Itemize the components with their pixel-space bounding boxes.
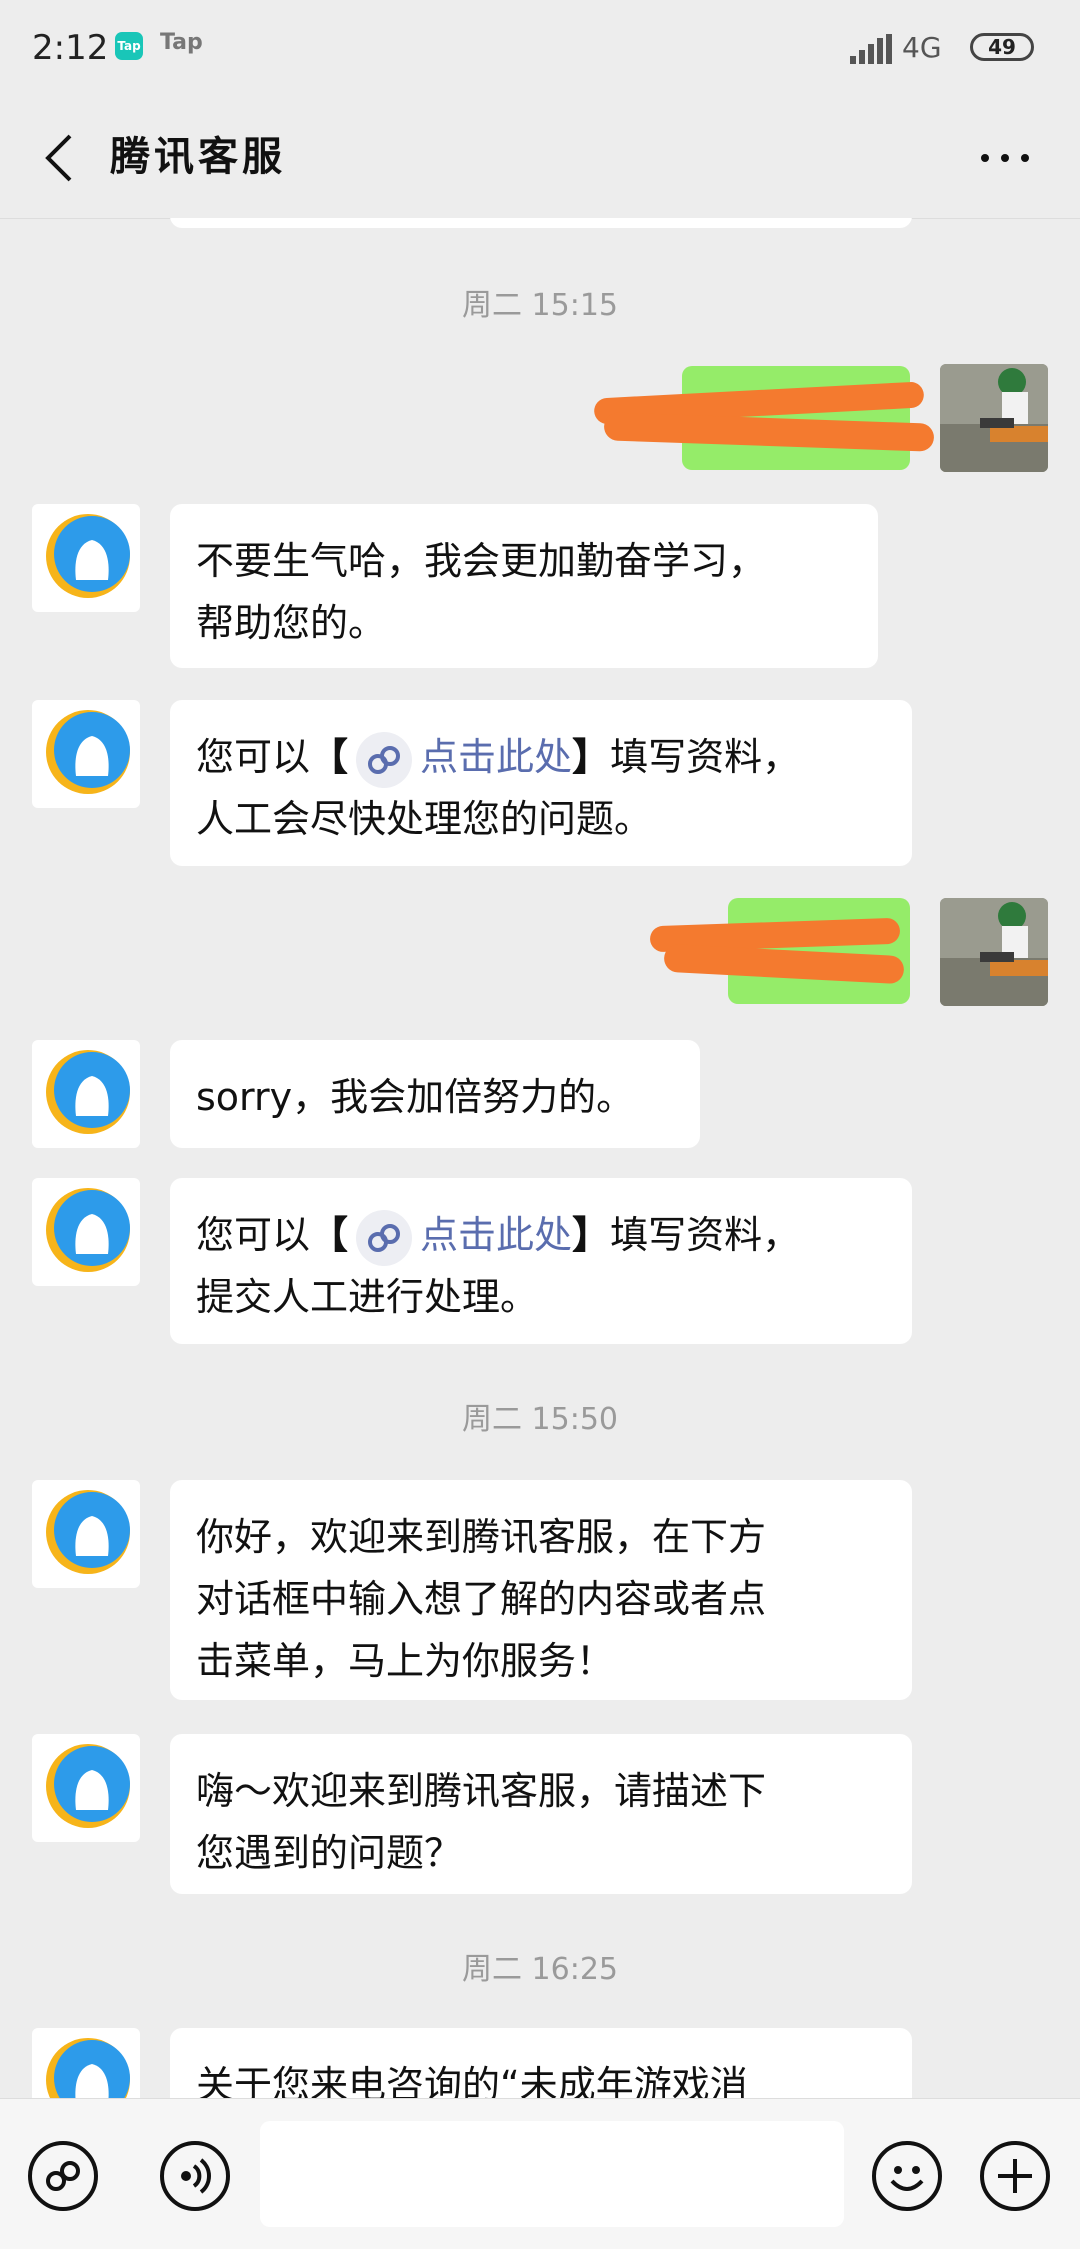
bracket-open: 【 (310, 1213, 349, 1257)
mini-program-icon (46, 2161, 80, 2191)
service-message-bubble[interactable]: 嗨～欢迎来到腾讯客服，请描述下 您遇到的问题？ (170, 1734, 912, 1894)
timestamp: 周二 16:25 (462, 1952, 618, 1987)
battery-indicator: 49 (970, 33, 1034, 61)
bracket-open: 【 (310, 735, 349, 779)
service-message-bubble[interactable]: 您可以【 点击此处】填写资料， 人工会尽快处理您的问题。 (170, 700, 912, 866)
message-text: 您可以 (196, 735, 311, 779)
emoji-button[interactable] (872, 2141, 942, 2211)
chat-title: 腾讯客服 (110, 134, 286, 180)
avatar-photo (940, 364, 1048, 472)
service-message-bubble[interactable]: 你好，欢迎来到腾讯客服，在下方 对话框中输入想了解的内容或者点 击菜单，马上为你… (170, 1480, 912, 1700)
timestamp: 周二 15:50 (462, 1402, 618, 1437)
qq-service-icon (46, 1490, 130, 1574)
status-bar: 2:12 Tap Tap 4G 49 (0, 0, 1080, 100)
my-avatar[interactable] (940, 364, 1048, 472)
message-line: 您遇到的问题？ (196, 1831, 463, 1875)
emoji-icon (890, 2166, 924, 2191)
service-avatar[interactable] (32, 504, 140, 612)
message-line: 对话框中输入想了解的内容或者点 (196, 1577, 767, 1621)
service-avatar[interactable] (32, 1734, 140, 1842)
message-line: 不要生气哈，我会更加勤奋学习， (196, 539, 767, 583)
message-line: 关于您来电咨询的“未成年游戏消 (196, 2063, 748, 2098)
message-input[interactable] (260, 2121, 844, 2227)
message-line: 人工会尽快处理您的问题。 (196, 797, 653, 841)
avatar-photo (940, 898, 1048, 1006)
voice-button[interactable] (160, 2141, 230, 2211)
message-line: 击菜单，马上为你服务！ (196, 1639, 615, 1683)
click-here-link[interactable]: 点击此处 (420, 1213, 572, 1257)
back-icon[interactable] (36, 130, 84, 186)
input-bar (0, 2098, 1080, 2249)
message-line: 你好，欢迎来到腾讯客服，在下方 (196, 1515, 767, 1559)
message-line: 您可以【 点击此处】填写资料， (196, 726, 886, 788)
voice-icon (181, 2158, 211, 2194)
service-avatar[interactable] (32, 1040, 140, 1148)
tap-app-label: Tap (160, 30, 203, 55)
message-line: 提交人工进行处理。 (196, 1275, 539, 1319)
message-text: 填写资料， (610, 1213, 801, 1257)
qq-service-icon (46, 710, 130, 794)
qq-service-icon (46, 1050, 130, 1134)
click-here-link[interactable]: 点击此处 (420, 735, 572, 779)
bracket-close: 】 (572, 1213, 611, 1257)
bracket-close: 】 (572, 735, 611, 779)
service-message-bubble[interactable]: 关于您来电咨询的“未成年游戏消 (170, 2028, 912, 2098)
service-message-bubble[interactable]: sorry，我会加倍努力的。 (170, 1040, 700, 1148)
chat-header: 腾讯客服 (0, 100, 1080, 219)
message-line: 嗨～欢迎来到腾讯客服，请描述下 (196, 1769, 767, 1813)
qq-service-icon (46, 2038, 130, 2098)
service-avatar[interactable] (32, 700, 140, 808)
service-avatar[interactable] (32, 1178, 140, 1286)
mini-program-button[interactable] (28, 2141, 98, 2211)
mini-program-link-icon[interactable] (356, 1209, 413, 1266)
status-time: 2:12 (32, 28, 109, 68)
message-line: 您可以【 点击此处】填写资料， (196, 1204, 886, 1266)
service-avatar[interactable] (32, 2028, 140, 2098)
title-wrap: 腾讯客服 (110, 124, 286, 182)
timestamp: 周二 15:15 (462, 288, 618, 323)
message-bubble-partial (170, 218, 912, 228)
message-text: 您可以 (196, 1213, 311, 1257)
plus-button[interactable] (980, 2141, 1050, 2211)
tap-app-icon: Tap (115, 32, 143, 60)
service-avatar[interactable] (32, 1480, 140, 1588)
message-text: 填写资料， (610, 735, 801, 779)
qq-service-icon (46, 1744, 130, 1828)
qq-service-icon (46, 1188, 130, 1272)
qq-service-icon (46, 514, 130, 598)
mini-program-link-icon[interactable] (356, 731, 413, 788)
network-type: 4G (902, 31, 942, 64)
plus-icon (998, 2159, 1032, 2193)
service-message-bubble[interactable]: 您可以【 点击此处】填写资料， 提交人工进行处理。 (170, 1178, 912, 1344)
signal-icon (850, 34, 894, 64)
message-list[interactable]: 周二 15:15 不要生气哈，我会更加勤奋学习， 帮助您的。 您可以【 点击此处】… (0, 218, 1080, 2098)
more-icon[interactable] (975, 148, 1035, 168)
my-avatar[interactable] (940, 898, 1048, 1006)
service-message-bubble[interactable]: 不要生气哈，我会更加勤奋学习， 帮助您的。 (170, 504, 878, 668)
message-line: sorry，我会加倍努力的。 (196, 1075, 635, 1119)
message-line: 帮助您的。 (196, 601, 387, 645)
